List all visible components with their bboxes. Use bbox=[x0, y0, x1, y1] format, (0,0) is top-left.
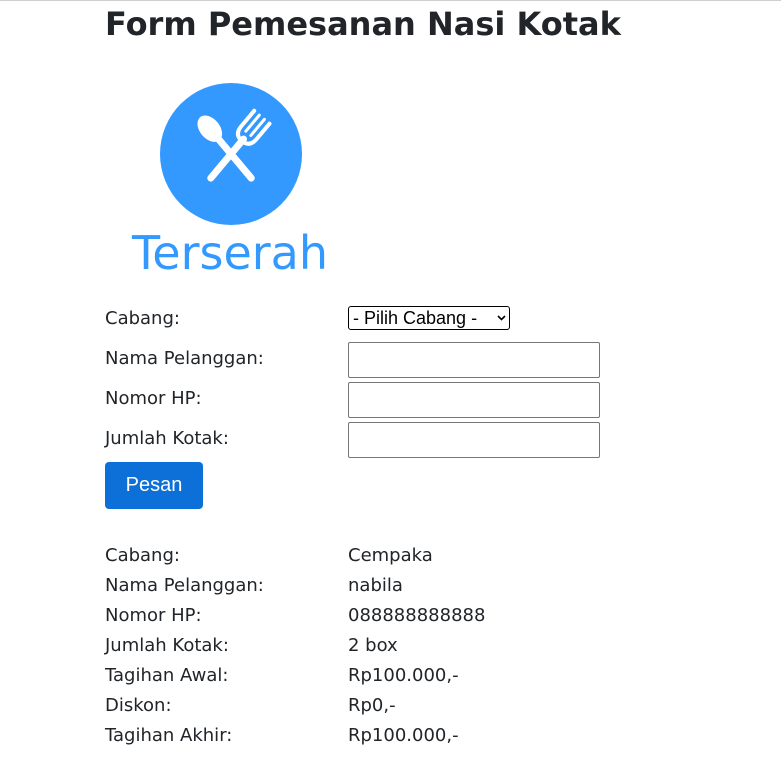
pesan-button[interactable]: Pesan bbox=[105, 462, 203, 509]
result-tagihan-akhir-label: Tagihan Akhir: bbox=[105, 725, 233, 746]
logo: Terserah bbox=[124, 81, 336, 280]
cabang-label: Cabang: bbox=[105, 308, 180, 329]
result-nama-label: Nama Pelanggan: bbox=[105, 575, 264, 596]
hp-input[interactable] bbox=[348, 382, 600, 418]
hp-label: Nomor HP: bbox=[105, 388, 202, 409]
cabang-select[interactable]: - Pilih Cabang - bbox=[348, 306, 510, 330]
jumlah-label: Jumlah Kotak: bbox=[105, 428, 229, 449]
page-title: Form Pemesanan Nasi Kotak bbox=[105, 5, 621, 43]
result-tagihan-awal-value: Rp100.000,- bbox=[348, 665, 459, 686]
result-diskon-value: Rp0,- bbox=[348, 695, 396, 716]
nama-label: Nama Pelanggan: bbox=[105, 348, 264, 369]
result-jumlah-label: Jumlah Kotak: bbox=[105, 635, 229, 656]
result-hp-label: Nomor HP: bbox=[105, 605, 202, 626]
result-hp-value: 088888888888 bbox=[348, 605, 486, 626]
result-cabang-label: Cabang: bbox=[105, 545, 180, 566]
result-jumlah-value: 2 box bbox=[348, 635, 398, 656]
fork-spoon-icon: Terserah bbox=[131, 83, 328, 280]
cabang-select-value: - Pilih Cabang - bbox=[353, 308, 478, 328]
nama-input[interactable] bbox=[348, 342, 600, 378]
result-nama-value: nabila bbox=[348, 575, 403, 596]
result-tagihan-awal-label: Tagihan Awal: bbox=[105, 665, 229, 686]
logo-text: Terserah bbox=[131, 226, 328, 277]
jumlah-input[interactable] bbox=[348, 422, 600, 458]
result-cabang-value: Cempaka bbox=[348, 545, 433, 566]
result-diskon-label: Diskon: bbox=[105, 695, 172, 716]
result-tagihan-akhir-value: Rp100.000,- bbox=[348, 725, 459, 746]
chevron-down-icon bbox=[497, 315, 506, 321]
